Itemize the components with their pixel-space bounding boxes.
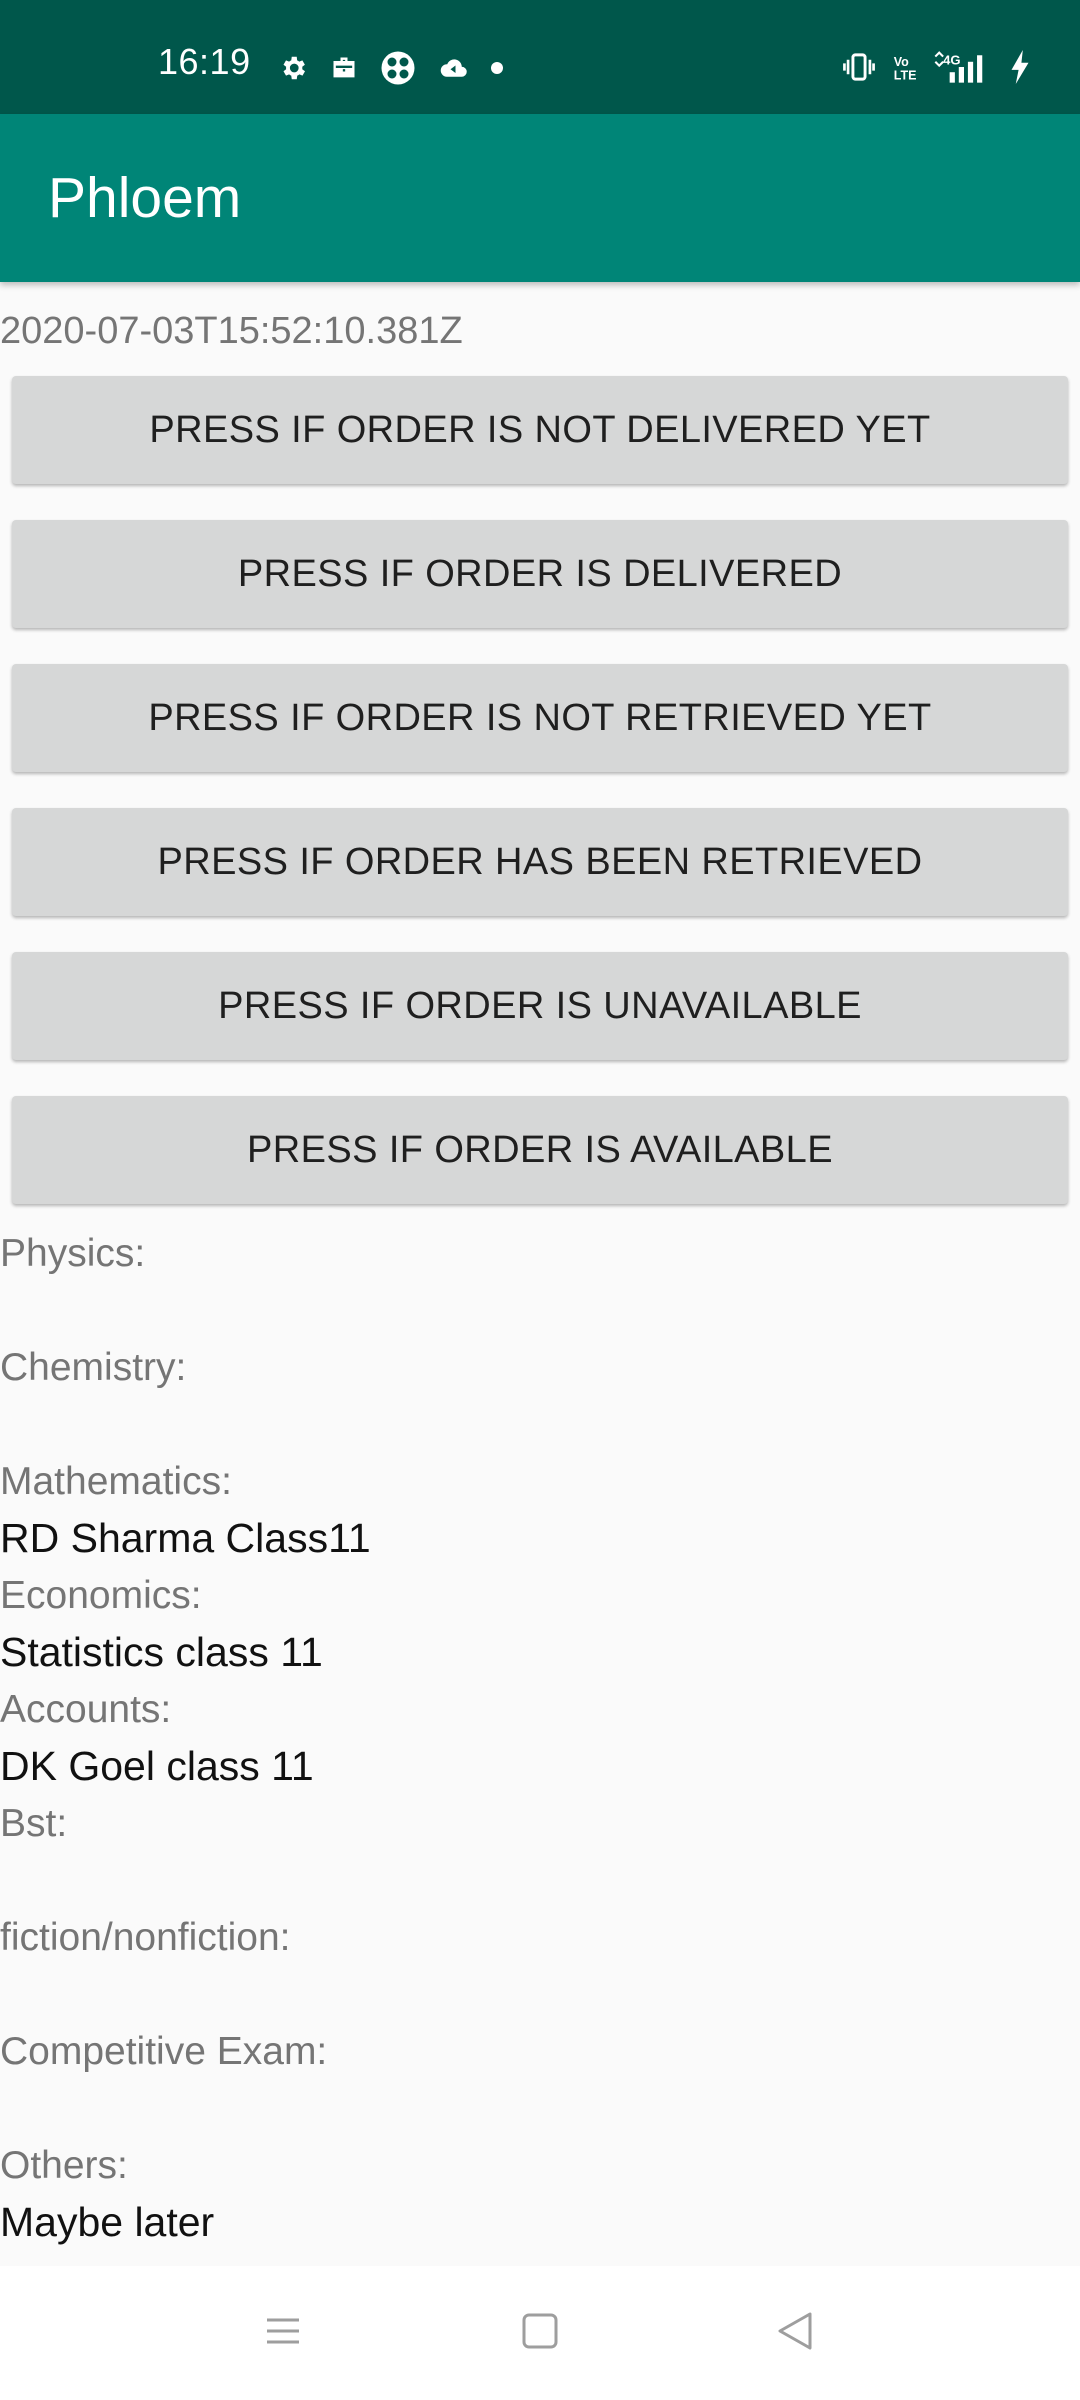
detail-bst: Bst: bbox=[0, 1795, 1080, 1909]
settings-icon bbox=[278, 53, 308, 83]
status-bar: 16:19 Vo LTE 4G bbox=[0, 0, 1080, 114]
detail-label: Others: bbox=[0, 2144, 128, 2187]
4g-signal-icon: 4G bbox=[934, 51, 994, 83]
network-label: 4G bbox=[943, 52, 960, 67]
not-retrieved-button[interactable]: PRESS IF ORDER IS NOT RETRIEVED YET bbox=[12, 664, 1068, 772]
detail-value bbox=[0, 1852, 1080, 1909]
detail-value bbox=[0, 1396, 1080, 1453]
detail-label: fiction/nonfiction: bbox=[0, 1916, 291, 1959]
battery-charging-icon bbox=[1010, 50, 1030, 84]
detail-label: Bst: bbox=[0, 1802, 68, 1845]
detail-label: Competitive Exam: bbox=[0, 2030, 328, 2073]
detail-label: Mathematics: bbox=[0, 1460, 232, 1503]
svg-text:LTE: LTE bbox=[894, 69, 917, 83]
back-icon[interactable] bbox=[770, 2306, 820, 2361]
detail-value bbox=[0, 1966, 1080, 2023]
app-title: Phloem bbox=[48, 166, 242, 230]
home-icon[interactable] bbox=[515, 2306, 565, 2361]
vibrate-icon bbox=[842, 52, 876, 82]
cloud-icon bbox=[438, 53, 468, 83]
detail-value: Maybe later bbox=[0, 2199, 215, 2245]
svg-text:Vo: Vo bbox=[894, 55, 909, 69]
detail-value: RD Sharma Class11 bbox=[0, 1515, 371, 1561]
detail-value bbox=[0, 1282, 1080, 1339]
detail-label: Economics: bbox=[0, 1574, 202, 1617]
status-icons-left bbox=[278, 50, 504, 86]
app-icon bbox=[380, 50, 416, 86]
delivered-button[interactable]: PRESS IF ORDER IS DELIVERED bbox=[12, 520, 1068, 628]
order-timestamp: 2020-07-03T15:52:10.381Z bbox=[0, 310, 463, 352]
detail-value: Statistics class 11 bbox=[0, 1629, 323, 1675]
detail-fiction: fiction/nonfiction: bbox=[0, 1909, 1080, 2023]
detail-value: DK Goel class 11 bbox=[0, 1743, 314, 1789]
notification-dot-icon bbox=[490, 61, 504, 75]
volte-icon: Vo LTE bbox=[892, 52, 918, 82]
detail-others: Others: Maybe later bbox=[0, 2137, 1080, 2251]
detail-mathematics: Mathematics: RD Sharma Class11 bbox=[0, 1453, 1080, 1567]
detail-label: Chemistry: bbox=[0, 1346, 187, 1389]
available-button[interactable]: PRESS IF ORDER IS AVAILABLE bbox=[12, 1096, 1068, 1204]
status-time: 16:19 bbox=[158, 41, 251, 82]
not-delivered-button[interactable]: PRESS IF ORDER IS NOT DELIVERED YET bbox=[12, 376, 1068, 484]
navigation-bar bbox=[0, 2266, 1080, 2400]
detail-economics: Economics: Statistics class 11 bbox=[0, 1567, 1080, 1681]
app-bar: Phloem bbox=[0, 114, 1080, 282]
detail-physics: Physics: bbox=[0, 1225, 1080, 1339]
menu-icon[interactable] bbox=[258, 2306, 308, 2361]
status-icons-right: Vo LTE 4G bbox=[842, 50, 1030, 84]
detail-accounts: Accounts: DK Goel class 11 bbox=[0, 1681, 1080, 1795]
retrieved-button[interactable]: PRESS IF ORDER HAS BEEN RETRIEVED bbox=[12, 808, 1068, 916]
detail-label: Physics: bbox=[0, 1232, 146, 1275]
detail-competitive-exam: Competitive Exam: bbox=[0, 2023, 1080, 2137]
briefcase-icon bbox=[330, 54, 358, 82]
detail-value bbox=[0, 2080, 1080, 2137]
unavailable-button[interactable]: PRESS IF ORDER IS UNAVAILABLE bbox=[12, 952, 1068, 1060]
order-details: Physics: Chemistry: Mathematics: RD Shar… bbox=[0, 1225, 1080, 2251]
detail-chemistry: Chemistry: bbox=[0, 1339, 1080, 1453]
detail-label: Accounts: bbox=[0, 1688, 172, 1731]
